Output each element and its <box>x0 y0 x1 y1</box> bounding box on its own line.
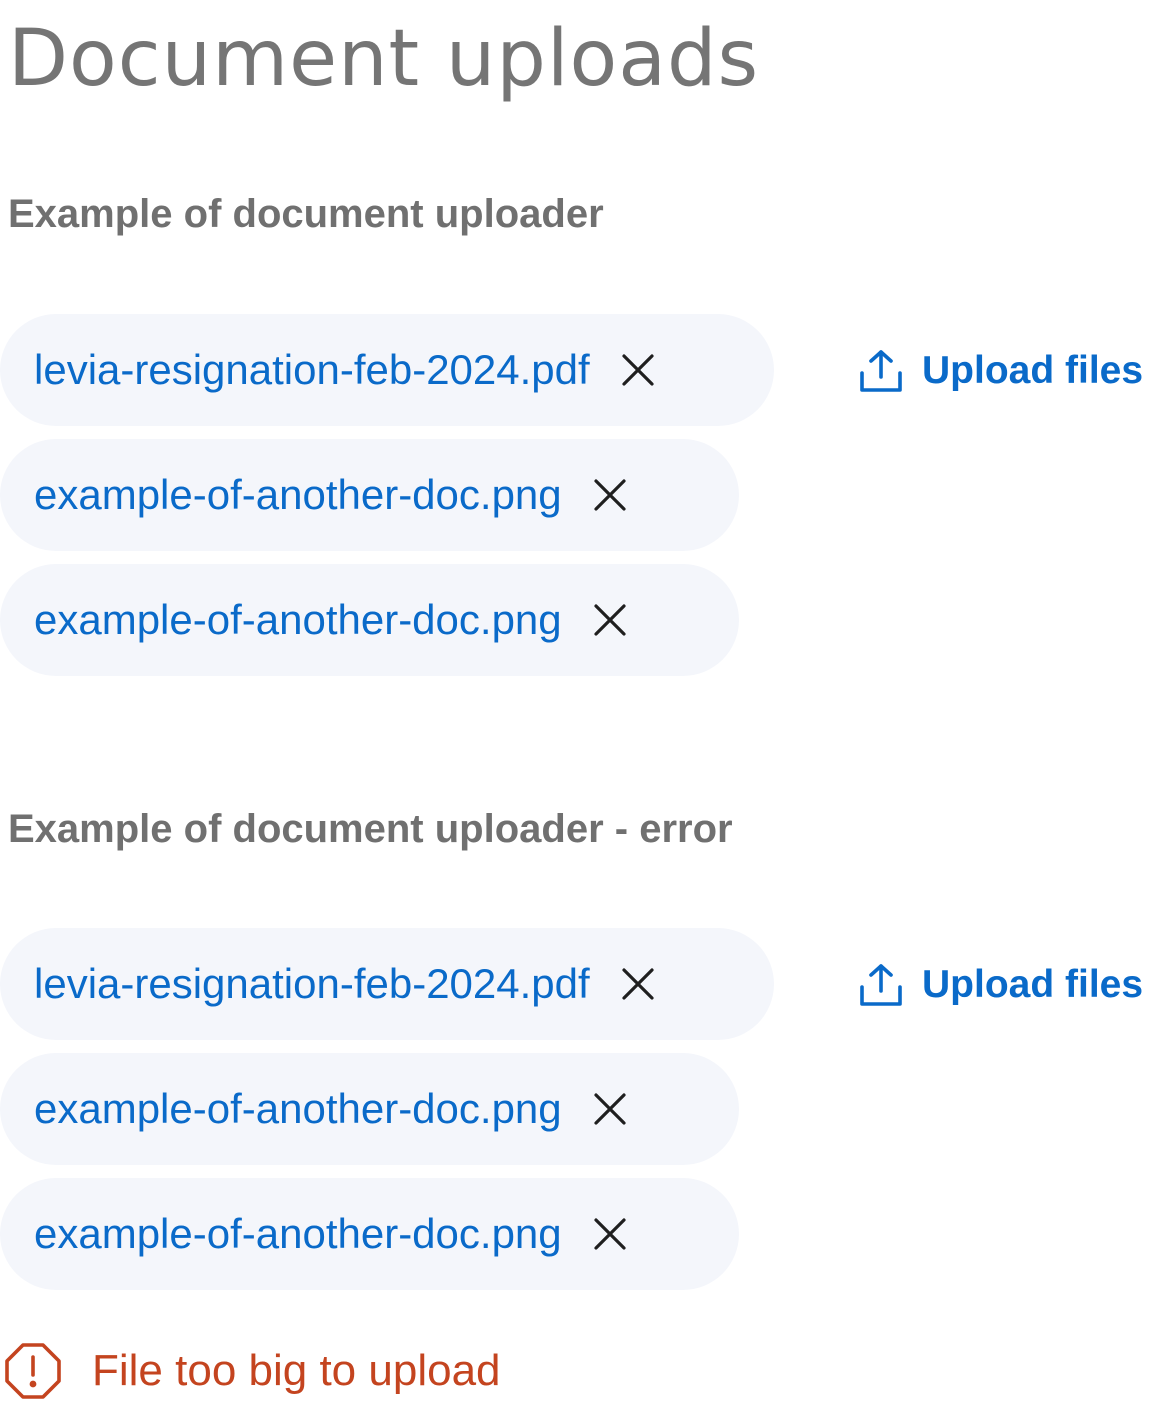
upload-icon <box>858 348 904 394</box>
file-chip: levia-resignation-feb-2024.pdf <box>0 928 774 1040</box>
close-icon[interactable] <box>590 600 630 640</box>
file-name-link[interactable]: levia-resignation-feb-2024.pdf <box>34 346 590 394</box>
file-chip: example-of-another-doc.png <box>0 564 739 676</box>
upload-icon <box>858 962 904 1008</box>
file-name-link[interactable]: example-of-another-doc.png <box>34 1210 562 1258</box>
page-title: Document uploads <box>8 14 760 104</box>
file-chip: levia-resignation-feb-2024.pdf <box>0 314 774 426</box>
close-icon[interactable] <box>618 350 658 390</box>
file-chip: example-of-another-doc.png <box>0 1053 739 1165</box>
error-text: File too big to upload <box>92 1346 501 1395</box>
close-icon[interactable] <box>618 964 658 1004</box>
file-name-link[interactable]: example-of-another-doc.png <box>34 1085 562 1133</box>
close-icon[interactable] <box>590 1089 630 1129</box>
error-message: File too big to upload <box>4 1340 501 1402</box>
upload-files-button[interactable]: Upload files <box>858 346 1143 396</box>
upload-files-label: Upload files <box>922 349 1144 392</box>
upload-files-button[interactable]: Upload files <box>858 960 1143 1010</box>
alert-octagon-icon <box>4 1342 62 1400</box>
upload-files-label: Upload files <box>922 963 1144 1006</box>
file-name-link[interactable]: example-of-another-doc.png <box>34 471 562 519</box>
file-chip: example-of-another-doc.png <box>0 1178 739 1290</box>
section-heading-uploader-error: Example of document uploader - error <box>8 807 733 851</box>
file-name-link[interactable]: example-of-another-doc.png <box>34 596 562 644</box>
file-chip: example-of-another-doc.png <box>0 439 739 551</box>
close-icon[interactable] <box>590 475 630 515</box>
section-heading-uploader: Example of document uploader <box>8 192 604 236</box>
file-name-link[interactable]: levia-resignation-feb-2024.pdf <box>34 960 590 1008</box>
close-icon[interactable] <box>590 1214 630 1254</box>
